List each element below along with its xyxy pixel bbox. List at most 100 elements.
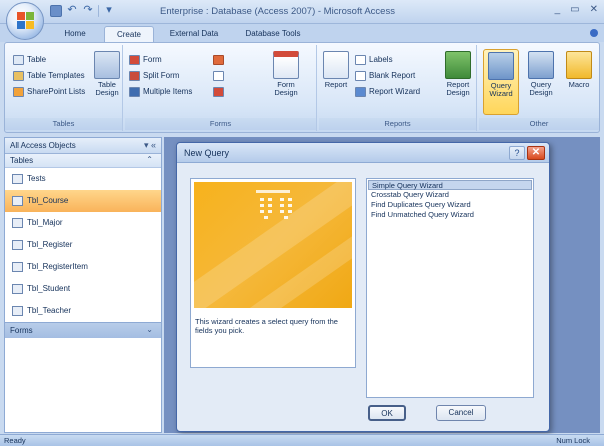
group-expand-icon[interactable]: ⌄ xyxy=(146,325,153,334)
option-find-duplicates-query-wizard[interactable]: Find Duplicates Query Wizard xyxy=(368,200,532,210)
help-icon[interactable] xyxy=(590,29,598,37)
office-logo-icon xyxy=(17,12,34,29)
report-button[interactable]: Report xyxy=(321,51,351,89)
nav-item-label: Tbl_Register xyxy=(27,240,73,249)
table-icon xyxy=(12,240,23,250)
labels-icon xyxy=(355,54,366,65)
minimize-button[interactable]: _ xyxy=(555,4,561,15)
nav-item-label: Tbl_Student xyxy=(27,284,71,293)
tab-create[interactable]: Create xyxy=(104,26,154,42)
title-bar: ↶ ↷ ▾ Enterprise : Database (Access 2007… xyxy=(0,0,604,40)
report-label: Report xyxy=(324,80,348,89)
report-design-button[interactable]: Report Design xyxy=(441,51,475,97)
option-find-unmatched-query-wizard[interactable]: Find Unmatched Query Wizard xyxy=(368,210,532,220)
blank-form-button[interactable] xyxy=(213,69,224,82)
table-design-button[interactable]: Table Design xyxy=(93,51,121,97)
nav-item-tbl-registeritem[interactable]: Tbl_RegisterItem xyxy=(5,256,161,278)
preview-cell xyxy=(288,210,292,213)
nav-group-forms-label: Forms xyxy=(10,326,33,335)
dialog-title-buttons: ? ✕ xyxy=(509,146,545,160)
ok-button[interactable]: OK xyxy=(368,405,406,421)
report-design-icon xyxy=(445,51,471,79)
option-simple-query-wizard[interactable]: Simple Query Wizard xyxy=(368,180,532,190)
wizard-preview-image xyxy=(194,182,352,308)
pivot-chart-button[interactable] xyxy=(213,53,224,66)
more-forms-button[interactable] xyxy=(213,85,224,98)
nav-item-tests[interactable]: Tests xyxy=(5,168,161,190)
split-form-button[interactable]: Split Form xyxy=(129,69,179,82)
query-wizard-button[interactable]: Query Wizard xyxy=(483,49,519,115)
nav-item-tbl-major[interactable]: Tbl_Major xyxy=(5,212,161,234)
new-query-dialog: New Query ? ✕ This wizard creates a sele… xyxy=(176,142,550,432)
blank-report-label: Blank Report xyxy=(369,71,416,80)
cancel-button[interactable]: Cancel xyxy=(436,405,486,421)
blank-report-button[interactable]: Blank Report xyxy=(355,69,415,82)
customize-qat-icon[interactable]: ▾ xyxy=(103,5,115,17)
option-crosstab-query-wizard[interactable]: Crosstab Query Wizard xyxy=(368,190,532,200)
table-label: Table xyxy=(27,55,47,64)
nav-item-tbl-register[interactable]: Tbl_Register xyxy=(5,234,161,256)
preview-cell xyxy=(268,210,272,213)
table-templates-button[interactable]: Table Templates xyxy=(13,69,85,82)
blank-report-icon xyxy=(355,70,366,81)
report-design-label: Report Design xyxy=(446,80,470,97)
quick-access-toolbar: ↶ ↷ ▾ xyxy=(50,5,115,17)
nav-item-tbl-course[interactable]: Tbl_Course xyxy=(5,190,161,212)
preview-cell xyxy=(280,198,284,201)
sharepoint-lists-label: SharePoint Lists xyxy=(27,87,86,96)
nav-item-tbl-student[interactable]: Tbl_Student xyxy=(5,278,161,300)
save-icon[interactable] xyxy=(50,5,62,17)
close-button[interactable]: ✕ xyxy=(590,4,598,15)
tab-external-data[interactable]: External Data xyxy=(160,26,228,42)
table-icon xyxy=(12,306,23,316)
nav-collapse-icon[interactable]: ▾ « xyxy=(144,140,156,151)
query-design-button[interactable]: Query Design xyxy=(523,51,559,97)
report-wizard-button[interactable]: Report Wizard xyxy=(355,85,420,98)
tab-database-tools[interactable]: Database Tools xyxy=(236,26,310,42)
form-icon xyxy=(129,54,140,65)
report-wizard-label: Report Wizard xyxy=(369,87,421,96)
blank-form-icon xyxy=(213,70,224,81)
dialog-help-button[interactable]: ? xyxy=(509,146,525,160)
undo-icon[interactable]: ↶ xyxy=(66,5,78,17)
form-design-button[interactable]: Form Design xyxy=(265,51,307,97)
form-button[interactable]: Form xyxy=(129,53,162,66)
group-tables: Table Table Templates SharePoint Lists T… xyxy=(5,45,123,131)
sharepoint-lists-button[interactable]: SharePoint Lists xyxy=(13,85,85,98)
macro-button[interactable]: Macro xyxy=(563,51,595,89)
wizard-list[interactable]: Simple Query Wizard Crosstab Query Wizar… xyxy=(366,178,534,398)
qat-separator xyxy=(98,5,99,17)
query-design-icon xyxy=(528,51,554,79)
table-icon xyxy=(13,54,24,65)
report-icon xyxy=(323,51,349,79)
dialog-close-button[interactable]: ✕ xyxy=(527,146,545,160)
num-lock-indicator: Num Lock xyxy=(556,436,590,445)
redo-icon[interactable]: ↷ xyxy=(82,5,94,17)
nav-group-forms[interactable]: Forms ⌄ xyxy=(5,322,161,338)
office-button[interactable] xyxy=(6,2,44,40)
tab-home[interactable]: Home xyxy=(55,26,95,42)
maximize-button[interactable]: ▭ xyxy=(570,4,579,15)
nav-group-tables[interactable]: Tables ⌃ xyxy=(5,154,161,168)
table-icon xyxy=(12,218,23,228)
preview-cell xyxy=(288,198,292,201)
table-design-icon xyxy=(94,51,120,79)
status-bar: Ready Num Lock xyxy=(0,434,604,446)
nav-header[interactable]: All Access Objects ▾ « xyxy=(5,138,161,154)
multiple-items-button[interactable]: Multiple Items xyxy=(129,85,192,98)
group-forms: Form Split Form Multiple Items Form Desi… xyxy=(125,45,317,131)
ribbon: Table Table Templates SharePoint Lists T… xyxy=(4,42,600,133)
nav-item-tbl-teacher[interactable]: Tbl_Teacher xyxy=(5,300,161,322)
more-forms-icon xyxy=(213,86,224,97)
preview-cell xyxy=(268,204,272,207)
table-button[interactable]: Table xyxy=(13,53,46,66)
group-collapse-icon[interactable]: ⌃ xyxy=(146,155,153,164)
pivot-chart-icon xyxy=(213,54,224,65)
status-text: Ready xyxy=(4,436,26,445)
query-wizard-label: Query Wizard xyxy=(489,81,513,98)
query-wizard-icon xyxy=(488,52,514,80)
preview-cell xyxy=(268,198,272,201)
group-other: Query Wizard Query Design Macro Other xyxy=(479,45,599,131)
split-form-label: Split Form xyxy=(143,71,180,80)
labels-button[interactable]: Labels xyxy=(355,53,393,66)
